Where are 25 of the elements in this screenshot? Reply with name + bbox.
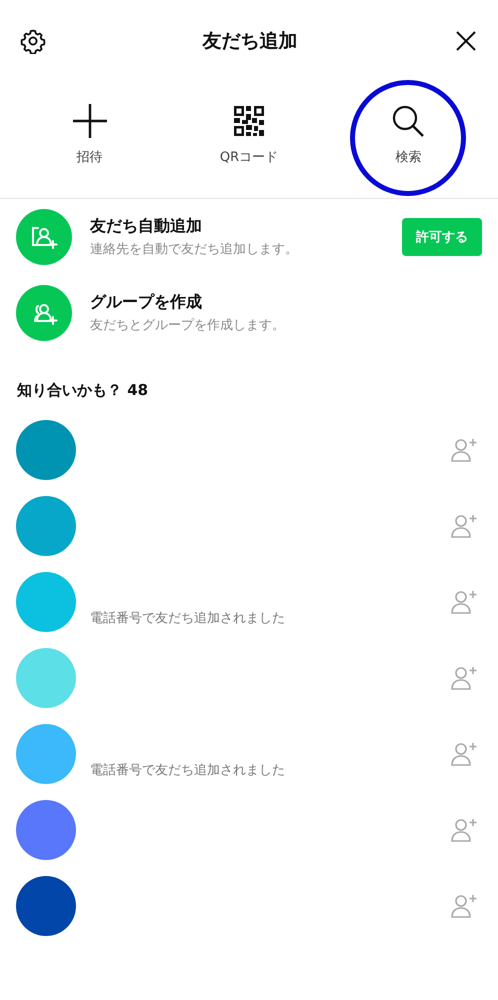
friend-note: 電話番号で友だち追加されました xyxy=(90,611,285,626)
feature-title: グループを作成 xyxy=(90,292,203,313)
settings-icon[interactable] xyxy=(20,28,46,54)
add-friend-icon[interactable] xyxy=(450,665,478,691)
add-friend-icon[interactable] xyxy=(450,893,478,919)
add-friend-icon[interactable] xyxy=(450,589,478,615)
add-friend-icon[interactable] xyxy=(450,437,478,463)
plus-icon xyxy=(72,103,108,139)
qr-code-icon xyxy=(234,103,264,139)
qr-button[interactable]: QRコード xyxy=(169,82,329,198)
feature-description: 友だちとグループを作成します。 xyxy=(90,317,286,334)
contact-add-icon xyxy=(16,209,72,265)
search-icon xyxy=(391,103,426,139)
screen-title: 友だち追加 xyxy=(202,29,298,54)
add-friend-icon[interactable] xyxy=(450,741,478,767)
feature-title: 友だち自動追加 xyxy=(90,216,203,237)
search-button[interactable]: 検索 xyxy=(328,82,488,198)
add-friend-icon[interactable] xyxy=(450,513,478,539)
friend-note: 電話番号で友だち追加されました xyxy=(90,763,285,778)
group-add-icon xyxy=(16,285,72,341)
section-title: 知り合いかも？ 48 xyxy=(16,380,150,401)
close-icon[interactable] xyxy=(454,29,478,53)
feature-description: 連絡先を自動で友だち追加します。 xyxy=(90,241,299,258)
invite-button[interactable]: 招待 xyxy=(10,82,170,198)
add-friend-icon[interactable] xyxy=(450,817,478,843)
